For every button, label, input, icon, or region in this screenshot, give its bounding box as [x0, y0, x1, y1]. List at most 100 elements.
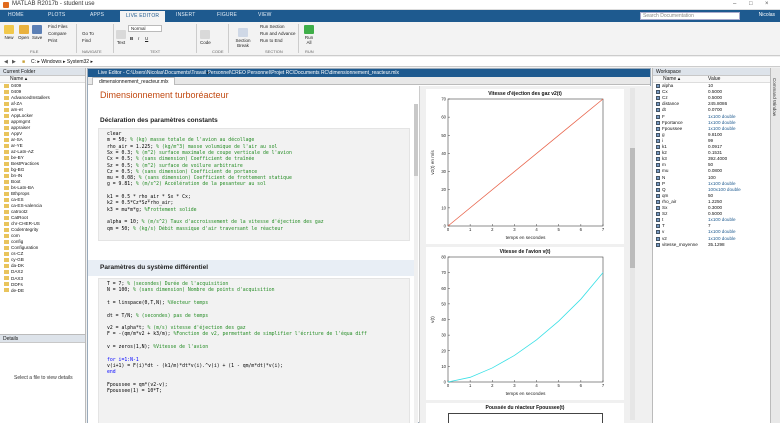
current-folder-title: Current Folder — [0, 68, 85, 76]
code-comment: % (kg) masse totale de l'avion au décoll… — [130, 138, 255, 144]
text-button[interactable]: Text — [116, 30, 126, 45]
figure-thrust[interactable]: Poussée du réacteur Fpoussee(t) — [426, 403, 624, 423]
run-section-button[interactable]: Run Section — [260, 24, 285, 29]
variable-value: 99 — [708, 137, 714, 143]
maximize-button[interactable]: □ — [749, 1, 753, 7]
find-files-button[interactable]: Find Files — [48, 24, 68, 29]
document-scrollbar[interactable] — [414, 104, 418, 423]
underline-button[interactable]: U — [145, 36, 148, 41]
scrollbar-thumb[interactable] — [630, 148, 635, 268]
folder-icon — [4, 227, 9, 232]
user-menu[interactable]: Nicolas — [759, 12, 775, 18]
folder-item-label: be-BY — [11, 155, 24, 161]
variable-icon — [656, 96, 660, 101]
goto-button[interactable]: Go To — [82, 31, 94, 36]
editor-title: Live Editor - C:\Users\Nicolas\Documents… — [88, 69, 650, 77]
variable-name: i — [662, 137, 664, 143]
variable-icon — [656, 169, 660, 174]
folder-item-label: bg-BG — [11, 167, 25, 173]
tab-live-editor[interactable]: LIVE EDITOR — [120, 11, 166, 22]
workspace-panel: Workspace Name ▴ Value alpha 10 Cx 0.5000 Cz… — [652, 68, 770, 423]
code-statement: m = 50; — [107, 138, 131, 144]
y-tick-label: 60 — [441, 115, 446, 120]
variable-icon — [656, 114, 660, 119]
name-column-header[interactable]: Name ▴ — [663, 76, 680, 82]
code-line: k3 = mu*m*g; %Frottement solide — [107, 208, 197, 213]
code-statement: t = linspace(0,T,N); — [107, 300, 168, 306]
variable-icon — [656, 187, 660, 192]
variable-value: 1.2250 — [708, 198, 723, 204]
new-button[interactable]: New — [4, 25, 14, 40]
command-window-collapsed[interactable]: Command Window — [770, 68, 780, 423]
tab-insert[interactable]: INSERT — [176, 12, 195, 18]
figure-plane-speed[interactable]: Vitesse de l'avion v(t) 0 1 2 3 4 5 6 7 0 10 20 30 4… — [426, 247, 624, 400]
code-statement: mu = 0.08; — [107, 176, 139, 182]
code-block-differential[interactable]: T = 7; % (secondes) Durée de l'acquisiti… — [98, 278, 410, 423]
variable-icon — [656, 84, 660, 88]
name-column-header[interactable]: Name ▴ — [0, 76, 85, 83]
italic-button[interactable]: I — [138, 36, 139, 41]
code-comment: %Fonction de v2, permettant de simplifie… — [173, 332, 367, 338]
value-column-header[interactable]: Value — [708, 76, 720, 83]
variable-icon — [656, 218, 660, 223]
open-button[interactable]: Open — [18, 25, 29, 40]
editor-tab[interactable]: dimensionnement_reacteur.mlx — [92, 77, 176, 85]
minimize-button[interactable]: – — [733, 1, 736, 7]
print-button[interactable]: Print — [48, 38, 57, 43]
text-style-select[interactable]: Normal — [128, 25, 162, 32]
current-path[interactable]: C: ▸ Windows ▸ System32 ▸ — [31, 59, 93, 65]
text-icon — [116, 30, 126, 39]
forward-icon[interactable]: ▶ — [12, 59, 16, 65]
tab-view[interactable]: VIEW — [258, 12, 272, 18]
y-tick-label: 10 — [441, 364, 446, 369]
code-line: Fpoussee(1) = 10*T; — [107, 389, 162, 394]
folder-item-label: bn-IN — [11, 173, 23, 179]
toolstrip: New Open Save Find Files Compare Print F… — [0, 22, 780, 56]
tab-plots[interactable]: PLOTS — [48, 12, 65, 18]
code-line: F = -(qm/m*v2 + k3/m); %Fonction de v2, … — [107, 332, 367, 337]
x-tick-label: 5 — [558, 383, 561, 388]
folder-item-label: AppLocker — [11, 113, 33, 119]
tab-home[interactable]: HOME — [8, 12, 24, 18]
variable-name: m — [662, 162, 666, 168]
find-button[interactable]: Find — [82, 38, 91, 43]
y-tick-label: 70 — [441, 270, 446, 275]
code-button[interactable]: Code — [200, 30, 211, 45]
folder-icon — [4, 155, 9, 160]
bold-button[interactable]: B — [130, 36, 133, 41]
variable-name: vitesse_moyenne — [662, 241, 698, 247]
folder-icon — [4, 143, 9, 148]
close-button[interactable]: × — [765, 1, 769, 7]
code-comment: % (m/s) vitesse d'éjection des gaz — [147, 326, 246, 332]
run-advance-button[interactable]: Run and Advance — [260, 31, 296, 36]
folder-item[interactable]: de-DE — [0, 288, 85, 294]
run-to-end-button[interactable]: Run to End — [260, 38, 283, 43]
back-icon[interactable]: ◀ — [4, 59, 8, 65]
section-code-label: CODE — [212, 49, 224, 54]
code-line: Fpoussee = qm*(v2-v); — [107, 383, 168, 388]
figure-ejection-speed[interactable]: Vitesse d'éjection des gaz v2(t) 0123456… — [426, 89, 624, 244]
code-statement: alpha = 10; — [107, 220, 142, 226]
code-block-constants[interactable]: clear m = 50; % (kg) masse totale de l'av… — [98, 128, 410, 241]
code-statement: g = 9.81; — [107, 182, 136, 188]
run-all-button[interactable]: Run All — [302, 25, 316, 45]
compare-button[interactable]: Compare — [48, 31, 67, 36]
x-tick-label: 5 — [558, 227, 561, 232]
tab-figure[interactable]: FIGURE — [217, 12, 237, 18]
variable-name: Fpoussee — [662, 125, 683, 131]
save-button[interactable]: Save — [32, 25, 42, 40]
live-script-document[interactable]: Dimensionnement turboréacteur Déclaratio… — [88, 86, 418, 423]
search-documentation-input[interactable]: Search Documentation — [640, 12, 740, 20]
scrollbar-thumb[interactable] — [414, 104, 418, 176]
section-break-button[interactable]: Section Break — [232, 28, 254, 48]
variable-icon — [656, 181, 660, 186]
code-line: k1 = 0.5 * rho_air * Sx * Cx; — [107, 195, 191, 200]
variable-icon — [656, 108, 660, 113]
output-scrollbar[interactable] — [630, 88, 635, 420]
code-line: v2 = alpha*t; % (m/s) vitesse d'éjection… — [107, 326, 246, 331]
folder-list: 0409 0409 AdvancedInstallers af-ZA am-et AppL… — [0, 83, 85, 294]
workspace-variable-row[interactable]: vitesse_moyenne 35.1298 — [653, 242, 771, 248]
tab-apps[interactable]: APPS — [90, 12, 104, 18]
folder-item-label: appraiser — [11, 125, 31, 131]
new-tab-icon[interactable]: + — [206, 70, 210, 78]
